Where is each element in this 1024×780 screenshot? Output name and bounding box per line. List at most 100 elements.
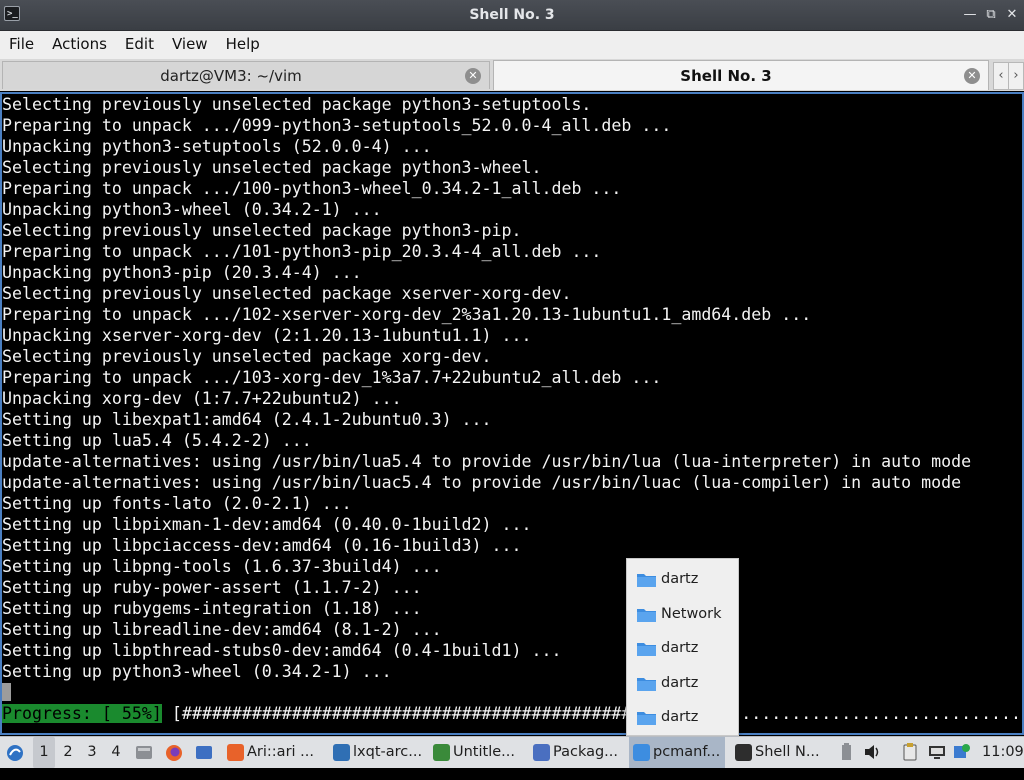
- taskbar: 1 2 3 4 Ari::ari ... lxqt-arc... Untitle..…: [0, 736, 1024, 768]
- archive-icon: [333, 744, 350, 761]
- taskbar-task-button[interactable]: Shell N...: [731, 737, 827, 768]
- terminal-line: Preparing to unpack .../099-python3-setu…: [2, 116, 672, 135]
- progress-label: Progress: [ 55%]: [2, 704, 162, 723]
- popup-folder-item[interactable]: dartz: [627, 562, 738, 596]
- terminal-icon: [735, 744, 752, 761]
- folder-icon: [637, 572, 656, 587]
- firefox-launcher-icon[interactable]: [163, 737, 185, 768]
- taskbar-task-label: Packag...: [553, 744, 619, 760]
- clipboard-icon[interactable]: [900, 742, 920, 762]
- popup-folder-label: dartz: [661, 640, 699, 656]
- terminal-line: Setting up fonts-lato (2.0-2.1) ...: [2, 494, 352, 513]
- folder-popup: dartz Network dartz dartz dartz: [626, 558, 739, 736]
- terminal-line: Setting up libpciaccess-dev:amd64 (0.16-…: [2, 536, 522, 555]
- progress-bar: [#######################################…: [171, 704, 1024, 723]
- title-bar: >_ Shell No. 3 — ⧉ ✕: [0, 0, 1024, 31]
- progress-line: Progress: [ 55%] [######################…: [2, 703, 1024, 724]
- tab-shell-no-3[interactable]: Shell No. 3 ✕: [493, 60, 989, 90]
- terminal-line: Preparing to unpack .../103-xorg-dev_1%3…: [2, 368, 662, 387]
- terminal-line: Selecting previously unselected package …: [2, 347, 492, 366]
- firefox-icon: [227, 744, 244, 761]
- network-icon[interactable]: [927, 742, 947, 762]
- terminal-view[interactable]: Selecting previously unselected package …: [0, 92, 1024, 735]
- tab-scroll-left-icon[interactable]: ‹: [993, 62, 1009, 90]
- popup-folder-label: dartz: [661, 571, 699, 587]
- popup-folder-label: Network: [661, 605, 722, 622]
- terminal-line: Setting up lua5.4 (5.4.2-2) ...: [2, 431, 312, 450]
- popup-folder-item[interactable]: Network: [627, 597, 738, 631]
- desktop-4-button[interactable]: 4: [105, 737, 127, 768]
- menu-file[interactable]: File: [0, 31, 43, 57]
- terminal-output: Selecting previously unselected package …: [2, 94, 1024, 724]
- update-notifier-icon[interactable]: [952, 742, 972, 762]
- tab-bar: dartz@VM3: ~/vim ✕ Shell No. 3 ✕: [0, 59, 1024, 91]
- tab-close-icon[interactable]: ✕: [964, 68, 980, 84]
- window-title: Shell No. 3: [469, 7, 555, 23]
- folder-icon: [633, 744, 650, 761]
- taskbar-task-button[interactable]: lxqt-arc...: [329, 737, 425, 768]
- taskbar-task-button[interactable]: pcmanf...: [629, 737, 725, 768]
- terminal-line: Setting up libpng-tools (1.6.37-3build4)…: [2, 557, 442, 576]
- tab-dartz-vim[interactable]: dartz@VM3: ~/vim ✕: [2, 61, 490, 89]
- taskbar-task-label: pcmanf...: [653, 744, 721, 760]
- taskbar-task-label: Ari::ari ...: [247, 744, 314, 760]
- popup-folder-item[interactable]: dartz: [627, 700, 738, 734]
- terminal-line: Unpacking python3-pip (20.3.4-4) ...: [2, 263, 362, 282]
- folder-icon: [637, 641, 656, 656]
- menu-view[interactable]: View: [163, 31, 217, 57]
- popup-folder-item[interactable]: dartz: [627, 631, 738, 665]
- folder-icon: [637, 676, 656, 691]
- terminal-line: Selecting previously unselected package …: [2, 221, 522, 240]
- start-menu-icon[interactable]: [4, 737, 28, 768]
- cursor-line: [2, 682, 1022, 703]
- file-manager-launcher-icon[interactable]: [133, 737, 155, 768]
- popup-folder-label: dartz: [661, 709, 699, 725]
- terminal-line: Setting up libpthread-stubs0-dev:amd64 (…: [2, 641, 562, 660]
- volume-icon[interactable]: [862, 742, 882, 762]
- terminal-line: update-alternatives: using /usr/bin/luac…: [2, 473, 962, 492]
- minimize-button[interactable]: —: [962, 7, 978, 23]
- terminal-line: Unpacking python3-setuptools (52.0.0-4) …: [2, 137, 432, 156]
- terminal-line: Selecting previously unselected package …: [2, 284, 572, 303]
- window-launcher-icon[interactable]: [193, 737, 215, 768]
- package-icon: [533, 744, 550, 761]
- taskbar-task-button[interactable]: Ari::ari ...: [223, 737, 323, 768]
- tab-close-icon[interactable]: ✕: [465, 68, 481, 84]
- terminal-line: update-alternatives: using /usr/bin/lua5…: [2, 452, 972, 471]
- terminal-line: Selecting previously unselected package …: [2, 95, 592, 114]
- taskbar-task-button[interactable]: Packag...: [529, 737, 625, 768]
- terminal-line: Unpacking xserver-xorg-dev (2:1.20.13-1u…: [2, 326, 532, 345]
- menu-bar: File Actions Edit View Help: [0, 31, 1024, 59]
- terminal-line: Unpacking python3-wheel (0.34.2-1) ...: [2, 200, 382, 219]
- terminal-line: Setting up libreadline-dev:amd64 (8.1-2)…: [2, 620, 442, 639]
- desktop-3-button[interactable]: 3: [81, 737, 103, 768]
- maximize-button[interactable]: ⧉: [983, 7, 999, 23]
- tab-label: Shell No. 3: [680, 67, 772, 85]
- terminal-line: Preparing to unpack .../101-python3-pip_…: [2, 242, 602, 261]
- folder-icon: [637, 710, 656, 725]
- desktop-1-button[interactable]: 1: [33, 737, 55, 768]
- taskbar-task-label: Shell N...: [755, 744, 820, 760]
- menu-help[interactable]: Help: [217, 31, 269, 57]
- text-cursor: [2, 683, 11, 701]
- terminal-line: Setting up libexpat1:amd64 (2.4.1-2ubunt…: [2, 410, 492, 429]
- terminal-line: Selecting previously unselected package …: [2, 158, 542, 177]
- clock[interactable]: 11:09: [982, 737, 1024, 768]
- close-button[interactable]: ✕: [1004, 7, 1020, 23]
- terminal-line: Unpacking xorg-dev (1:7.7+22ubuntu2) ...: [2, 389, 402, 408]
- desktop-2-button[interactable]: 2: [57, 737, 79, 768]
- terminal-line: Preparing to unpack .../100-python3-whee…: [2, 179, 622, 198]
- taskbar-task-label: Untitle...: [453, 744, 515, 760]
- menu-edit[interactable]: Edit: [116, 31, 163, 57]
- tab-scroll-right-icon[interactable]: ›: [1008, 62, 1024, 90]
- tab-label: dartz@VM3: ~/vim: [160, 67, 302, 85]
- menu-actions[interactable]: Actions: [43, 31, 116, 57]
- popup-folder-label: dartz: [661, 674, 699, 691]
- popup-folder-item[interactable]: dartz: [627, 666, 738, 700]
- battery-icon[interactable]: [836, 742, 856, 762]
- taskbar-task-button[interactable]: Untitle...: [429, 737, 525, 768]
- terminal-line: Setting up ruby-power-assert (1.1.7-2) .…: [2, 578, 422, 597]
- terminal-line: Preparing to unpack .../102-xserver-xorg…: [2, 305, 812, 324]
- terminal-line: Setting up rubygems-integration (1.18) .…: [2, 599, 422, 618]
- terminal-line: Setting up python3-wheel (0.34.2-1) ...: [2, 662, 392, 681]
